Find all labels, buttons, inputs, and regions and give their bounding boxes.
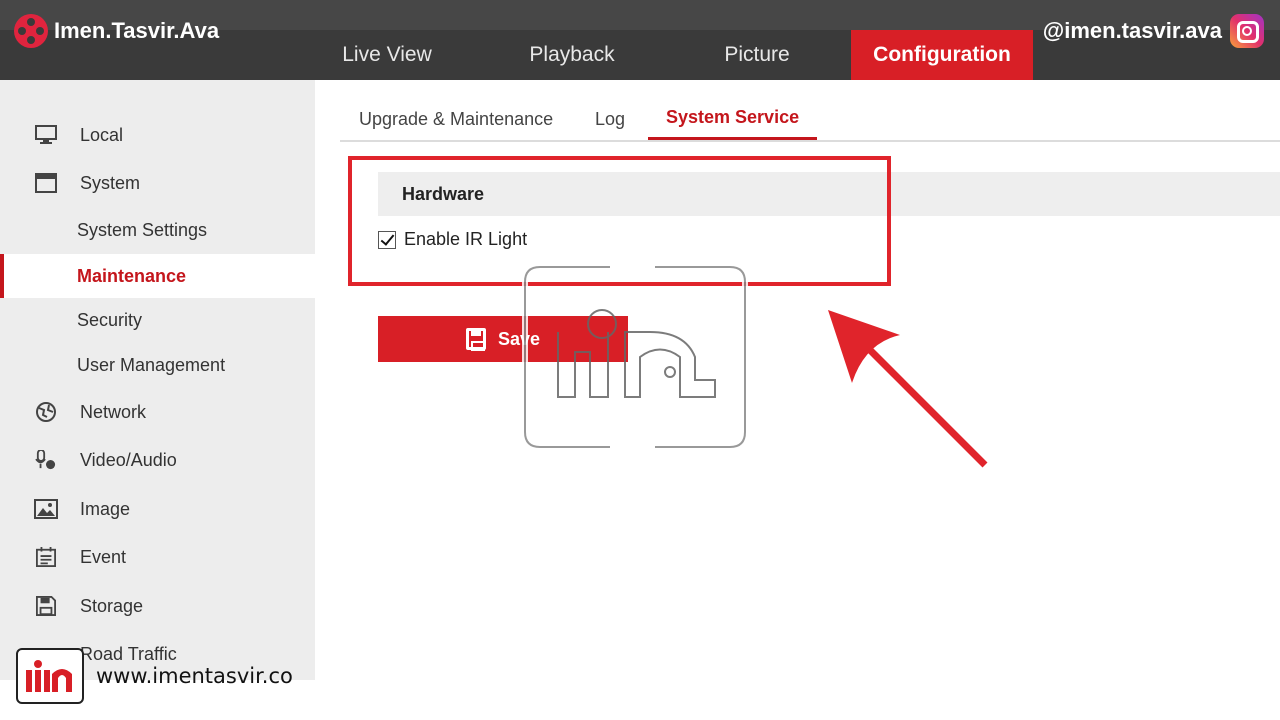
monitor-icon [35,125,57,144]
instagram-icon [1230,14,1264,48]
nav-picture[interactable]: Picture [666,30,848,80]
tab-underline [340,140,1280,142]
social-handle: @imen.tasvir.ava [1043,14,1264,48]
top-bar: Imen.Tasvir.Ava @imen.tasvir.ava Live Vi… [0,0,1280,80]
brand-name: Imen.Tasvir.Ava [54,18,220,43]
brand: Imen.Tasvir.Ava [14,14,219,48]
sidebar-item-label: Road Traffic [80,643,177,664]
sidebar-item-label: Security [77,309,143,330]
sidebar-item-storage[interactable]: Storage [0,584,315,628]
globe-icon [36,402,56,422]
sidebar-item-system[interactable]: System [0,161,315,205]
tab-log[interactable]: Log [595,98,625,140]
sidebar-item-system-settings[interactable]: System Settings [0,208,315,252]
ita-logo-icon [26,660,72,692]
sidebar-item-label: User Management [77,354,226,375]
floppy-icon [36,596,56,616]
nav-playback[interactable]: Playback [481,30,663,80]
watermark-logo-icon [522,264,748,450]
app-root: Imen.Tasvir.Ava @imen.tasvir.ava Live Vi… [0,0,1280,720]
film-reel-icon [14,14,48,48]
sidebar-item-label: System [80,172,141,193]
nav-configuration[interactable]: Configuration [851,30,1033,80]
sidebar-item-network[interactable]: Network [0,390,315,434]
sidebar-item-video-audio[interactable]: Video/Audio [0,438,315,482]
sidebar-item-label: System Settings [77,219,208,240]
tab-system-service[interactable]: System Service [648,98,818,140]
calendar-icon [36,547,56,567]
sidebar: Local System System Settings Maintenance… [0,80,315,680]
handle-text: @imen.tasvir.ava [1042,18,1222,43]
tab-upgrade-maintenance[interactable]: Upgrade & Maintenance [359,98,553,140]
sidebar-item-label: Storage [80,595,144,616]
save-icon [465,328,486,351]
sidebar-item-label: Image [80,498,131,519]
image-icon [34,499,58,519]
window-icon [35,173,57,193]
nav-live-view[interactable]: Live View [296,30,478,80]
sidebar-item-image[interactable]: Image [0,487,315,531]
sidebar-item-local[interactable]: Local [0,113,315,157]
sidebar-item-label: Maintenance [77,265,187,286]
footer-logo-icon [16,648,84,704]
sidebar-item-user-management[interactable]: User Management [0,343,315,387]
sidebar-item-maintenance[interactable]: Maintenance [0,254,315,298]
footer-url: www.imentasvir.co [96,664,293,688]
red-arrow-icon [828,310,988,468]
sidebar-item-label: Local [80,124,124,145]
sidebar-item-label: Event [80,546,127,567]
sidebar-item-label: Video/Audio [80,449,177,470]
sidebar-item-label: Network [80,401,147,422]
sidebar-item-security[interactable]: Security [0,298,315,342]
microphone-icon [35,450,56,470]
sidebar-item-event[interactable]: Event [0,535,315,579]
